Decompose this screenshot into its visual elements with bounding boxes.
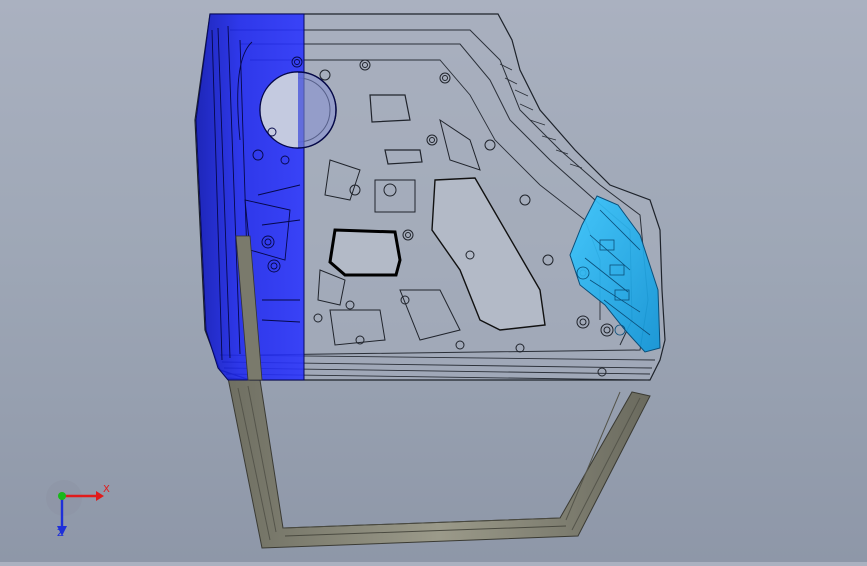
x-axis-label: X	[103, 484, 110, 495]
graphics-viewport[interactable]	[0, 0, 867, 562]
window-frame[interactable]	[227, 377, 651, 549]
y-axis-dot	[58, 492, 66, 500]
z-axis-label: Z	[57, 528, 64, 539]
door-panel-model[interactable]	[0, 0, 867, 562]
coordinate-triad: X Z	[44, 480, 114, 542]
